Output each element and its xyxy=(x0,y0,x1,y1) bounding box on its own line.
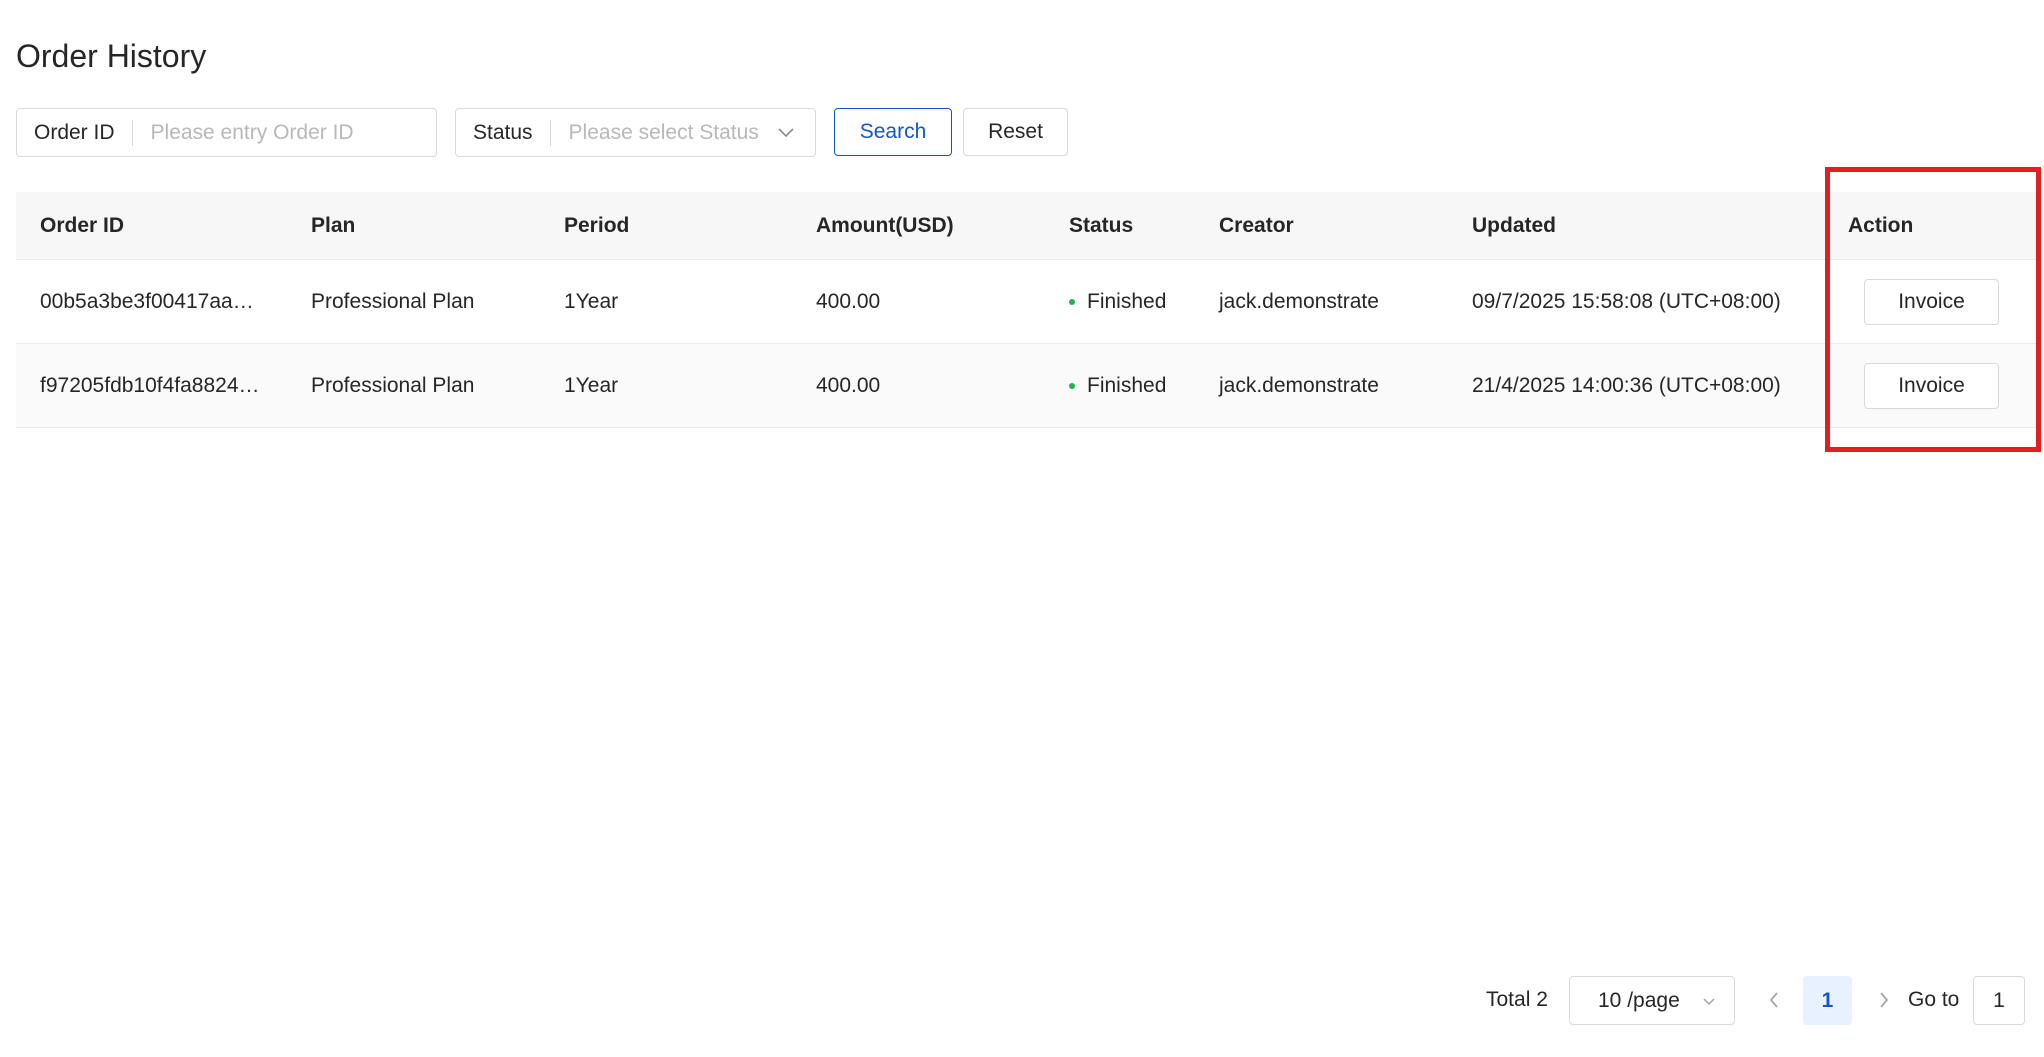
chevron-down-icon xyxy=(1702,989,1716,1019)
goto-label: Go to xyxy=(1908,988,1960,1011)
status-cell: Finished xyxy=(1069,344,1166,428)
amount-cell: 400.00 xyxy=(816,374,881,397)
order-id-filter[interactable]: Order ID Please entry Order ID xyxy=(16,108,437,157)
prev-page-icon[interactable] xyxy=(1762,988,1786,1012)
table-row: 00b5a3be3f00417aa… Professional Plan 1Ye… xyxy=(16,260,2040,344)
column-header-updated: Updated xyxy=(1472,213,1556,237)
search-button[interactable]: Search xyxy=(834,108,952,156)
updated-cell: 09/7/2025 15:58:08 (UTC+08:00) xyxy=(1472,290,1781,313)
action-column-highlight xyxy=(1825,167,2041,452)
status-dot-icon xyxy=(1069,299,1075,305)
column-header-plan: Plan xyxy=(311,213,356,237)
column-header-period: Period xyxy=(564,213,630,237)
status-select[interactable]: Status Please select Status xyxy=(455,108,816,157)
order-id-filter-label: Order ID xyxy=(34,120,115,144)
period-cell: 1Year xyxy=(564,374,619,397)
plan-cell: Professional Plan xyxy=(311,290,475,313)
column-header-status: Status xyxy=(1069,213,1134,237)
chevron-down-icon[interactable] xyxy=(773,120,799,146)
status-cell: Finished xyxy=(1069,260,1166,344)
page-title: Order History xyxy=(16,38,207,74)
status-text: Finished xyxy=(1087,290,1167,313)
page-size-select[interactable]: 10 /page xyxy=(1569,976,1735,1025)
goto-page-input[interactable]: 1 xyxy=(1973,976,2025,1025)
next-page-icon[interactable] xyxy=(1872,988,1896,1012)
column-header-order-id: Order ID xyxy=(40,213,125,237)
table-header: Order ID Plan Period Amount(USD) Status … xyxy=(16,192,2040,260)
status-select-placeholder[interactable]: Please select Status xyxy=(551,121,773,145)
page-size-value: 10 /page xyxy=(1598,988,1680,1012)
creator-cell: jack.demonstrate xyxy=(1219,374,1379,397)
status-dot-icon xyxy=(1069,383,1075,389)
status-filter-label: Status xyxy=(473,120,533,144)
order-id-cell: f97205fdb10f4fa8824… xyxy=(40,374,260,397)
order-id-cell: 00b5a3be3f00417aa… xyxy=(40,290,254,313)
order-id-input[interactable]: Please entry Order ID xyxy=(133,121,436,145)
plan-cell: Professional Plan xyxy=(311,374,475,397)
updated-cell: 21/4/2025 14:00:36 (UTC+08:00) xyxy=(1472,374,1781,397)
column-header-amount: Amount(USD) xyxy=(816,213,954,237)
order-table: Order ID Plan Period Amount(USD) Status … xyxy=(16,192,2040,428)
status-text: Finished xyxy=(1087,374,1167,397)
period-cell: 1Year xyxy=(564,290,619,313)
table-row: f97205fdb10f4fa8824… Professional Plan 1… xyxy=(16,344,2040,428)
amount-cell: 400.00 xyxy=(816,290,881,313)
pagination-total: Total 2 xyxy=(1486,988,1548,1011)
page-number-current[interactable]: 1 xyxy=(1803,976,1852,1025)
creator-cell: jack.demonstrate xyxy=(1219,290,1379,313)
reset-button[interactable]: Reset xyxy=(963,108,1068,156)
column-header-creator: Creator xyxy=(1219,213,1294,237)
